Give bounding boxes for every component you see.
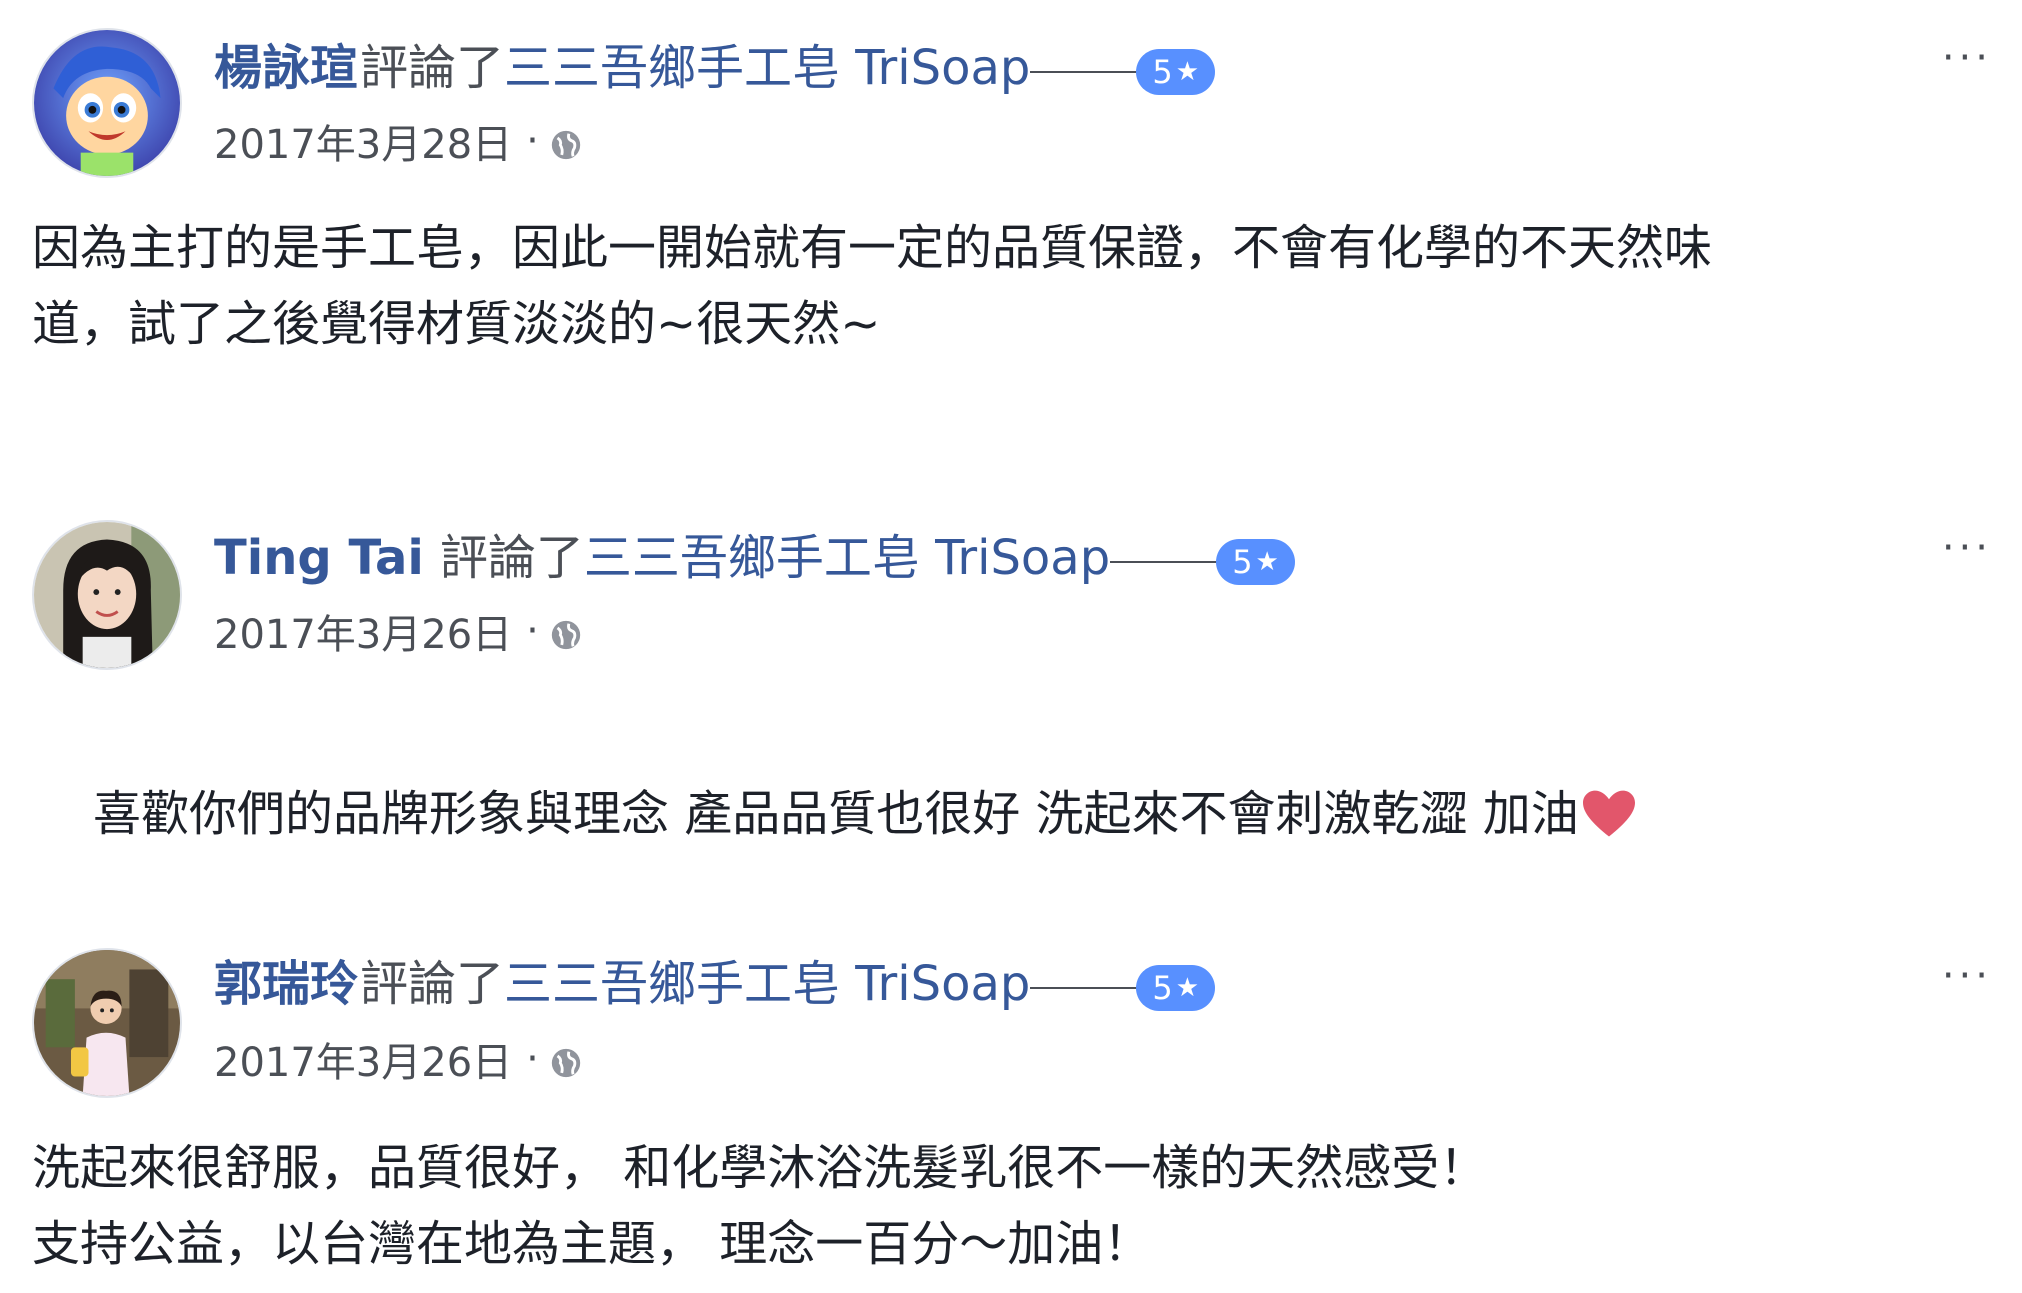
- review-meta: 2017年3月26日 ·: [214, 1034, 583, 1086]
- review-text-container: 喜歡你們的品牌形象與理念 產品品質也很好 洗起來不會刺激乾澀 加油: [32, 700, 2012, 928]
- review-header: Ting Tai 評論了 三三吾鄉手工皂 TriSoap 5 ★: [214, 526, 1295, 590]
- reviewer-name[interactable]: 楊詠瑄: [214, 36, 358, 100]
- star-icon: ★: [1175, 57, 1200, 87]
- rating-connector: [1030, 71, 1141, 73]
- woman-portrait-avatar-icon: [34, 522, 180, 668]
- review-action-text: 評論了: [360, 40, 505, 96]
- rating-badge[interactable]: 5 ★: [1136, 49, 1216, 95]
- heart-icon: [1581, 786, 1637, 838]
- more-options-button[interactable]: ···: [1942, 956, 1992, 996]
- star-icon: ★: [1175, 973, 1200, 1003]
- page-link[interactable]: 三三吾鄉手工皂 TriSoap: [504, 36, 1030, 100]
- review-meta: 2017年3月26日 ·: [214, 606, 583, 658]
- page-link[interactable]: 三三吾鄉手工皂 TriSoap: [504, 952, 1030, 1016]
- rating-badge[interactable]: 5 ★: [1216, 539, 1295, 585]
- globe-icon[interactable]: [549, 126, 583, 160]
- review-action-text: 評論了: [439, 530, 584, 586]
- review-date[interactable]: 2017年3月28日: [214, 112, 512, 170]
- more-options-button[interactable]: ···: [1942, 528, 1992, 568]
- rating-value: 5: [1152, 969, 1173, 1007]
- rating-value: 5: [1232, 543, 1253, 581]
- meta-separator: ·: [526, 608, 539, 654]
- review-header: 郭瑞玲 評論了 三三吾鄉手工皂 TriSoap 5 ★: [214, 952, 1216, 1016]
- reviewer-name[interactable]: Ting Tai: [214, 526, 424, 590]
- rating-connector: [1030, 987, 1141, 989]
- reviewer-name[interactable]: 郭瑞玲: [214, 952, 358, 1016]
- review-text: 洗起來很舒服，品質很好， 和化學沐浴洗髮乳很不一樣的天然感受！ 支持公益，以台灣…: [32, 1140, 1488, 1272]
- review-date[interactable]: 2017年3月26日: [214, 1030, 512, 1088]
- cartoon-joy-avatar-icon: [34, 30, 180, 176]
- meta-separator: ·: [526, 118, 539, 164]
- rating-connector: [1110, 561, 1221, 563]
- woman-outdoor-avatar-icon: [34, 950, 180, 1096]
- review-header: 楊詠瑄 評論了 三三吾鄉手工皂 TriSoap 5 ★: [214, 36, 1216, 100]
- star-icon: ★: [1255, 547, 1279, 577]
- page-link[interactable]: 三三吾鄉手工皂 TriSoap: [584, 526, 1110, 590]
- avatar[interactable]: [32, 520, 182, 670]
- meta-separator: ·: [526, 1036, 539, 1082]
- review-action-text: 評論了: [360, 956, 505, 1012]
- review-date[interactable]: 2017年3月26日: [214, 602, 512, 660]
- globe-icon[interactable]: [549, 1044, 583, 1078]
- review-text: 喜歡你們的品牌形象與理念 產品品質也很好 洗起來不會刺激乾澀 加油: [93, 786, 1579, 842]
- avatar[interactable]: [32, 28, 182, 178]
- rating-value: 5: [1152, 53, 1173, 91]
- review-text: 因為主打的是手工皂，因此一開始就有一定的品質保證，不會有化學的不天然味 道，試了…: [32, 220, 1713, 352]
- review-meta: 2017年3月28日 ·: [214, 116, 583, 168]
- avatar[interactable]: [32, 948, 182, 1098]
- more-options-button[interactable]: ···: [1942, 38, 1992, 78]
- globe-icon[interactable]: [549, 616, 583, 650]
- rating-badge[interactable]: 5 ★: [1136, 965, 1216, 1011]
